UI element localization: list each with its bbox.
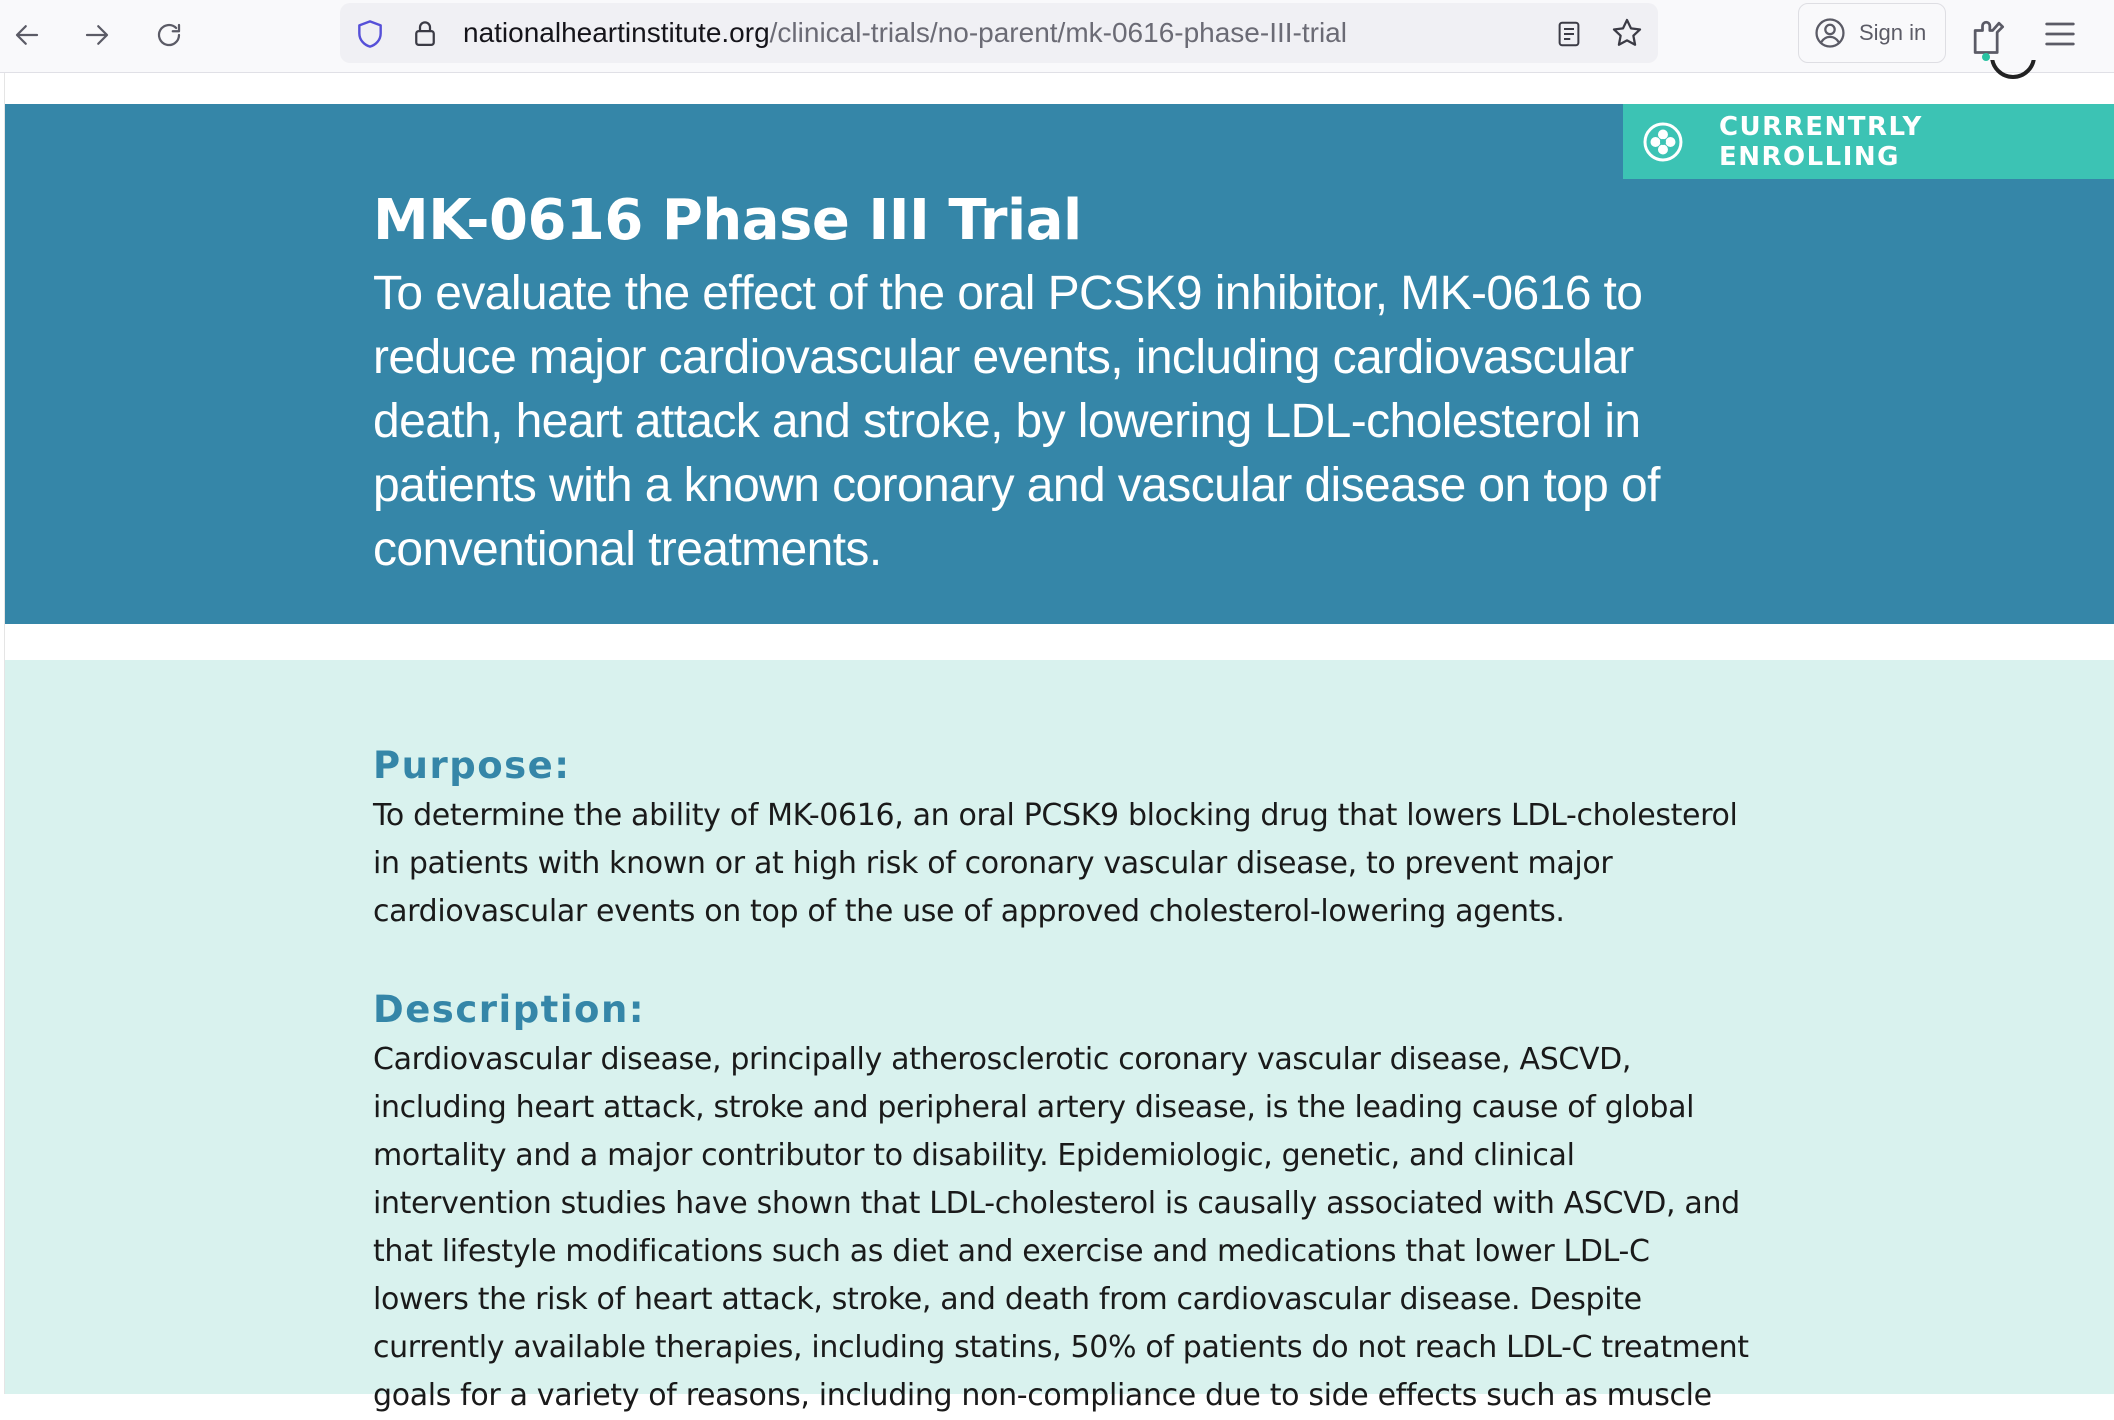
cross-circle-icon: [1643, 122, 1683, 161]
extensions-icon[interactable]: [1966, 14, 2010, 58]
shield-icon[interactable]: [354, 18, 386, 50]
hamburger-menu-icon[interactable]: [2040, 14, 2080, 54]
enrollment-status-badge: CURRENTRLY ENROLLING: [1623, 104, 2114, 179]
reload-button[interactable]: [144, 10, 194, 60]
url-bar[interactable]: nationalheartinstitute.org/clinical-tria…: [340, 3, 1658, 63]
description-text: Cardiovascular disease, principally athe…: [373, 1042, 1749, 1413]
browser-toolbar: nationalheartinstitute.org/clinical-tria…: [0, 0, 2114, 73]
page-title: MK-0616 Phase III Trial: [373, 188, 1082, 253]
url-domain: nationalheartinstitute.org: [463, 17, 770, 48]
badge-label: CURRENTRLY ENROLLING: [1718, 111, 1923, 172]
arrow-left-icon: [15, 25, 39, 45]
description-heading: Description:: [373, 988, 646, 1031]
purpose-text: To determine the ability of MK-0616, an …: [373, 798, 1738, 929]
url-text[interactable]: nationalheartinstitute.org/clinical-tria…: [463, 16, 1347, 50]
lock-icon[interactable]: [410, 17, 440, 49]
arrow-right-icon: [85, 25, 109, 45]
reload-icon: [157, 23, 181, 47]
sign-in-label: Sign in: [1859, 20, 1927, 45]
reader-view-icon[interactable]: [1554, 18, 1584, 50]
forward-button[interactable]: [72, 10, 122, 60]
user-circle-icon[interactable]: [1990, 60, 2036, 82]
url-path: /clinical-trials/no-parent/mk-0616-phase…: [769, 17, 1347, 48]
page-subtitle: To evaluate the effect of the oral PCSK9…: [373, 267, 1660, 576]
extensions-notification-dot: [1982, 53, 1990, 61]
account-icon: [1815, 18, 1845, 48]
purpose-heading: Purpose:: [373, 744, 571, 787]
bookmark-star-icon[interactable]: [1610, 16, 1644, 50]
back-button[interactable]: [2, 10, 52, 60]
sign-in-button[interactable]: Sign in: [1798, 3, 1946, 63]
